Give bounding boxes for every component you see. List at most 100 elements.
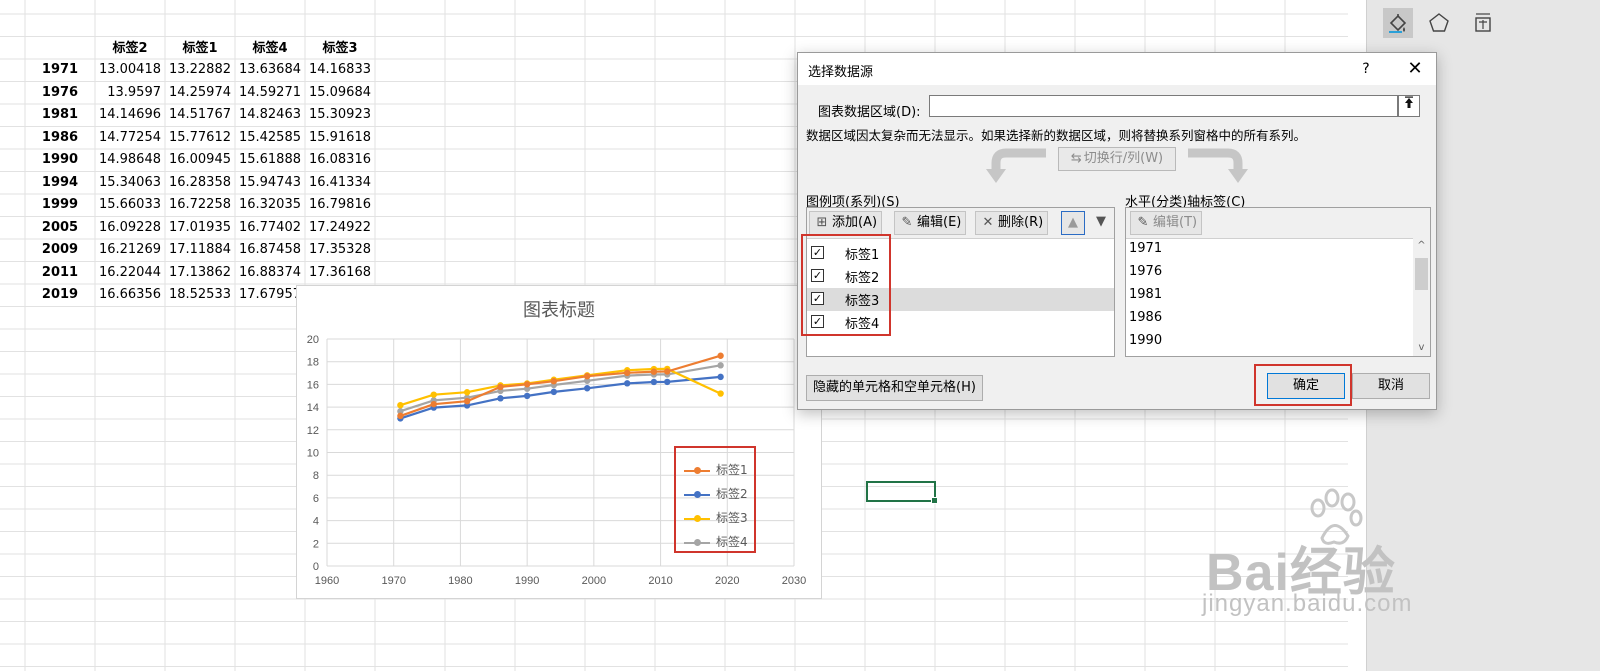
value-cell[interactable]: 15.30923 (305, 104, 371, 126)
value-cell[interactable]: 14.16833 (305, 59, 371, 81)
value-cell[interactable]: 14.98648 (95, 149, 161, 171)
axis-item[interactable]: 1976 (1129, 261, 1162, 283)
close-button[interactable]: ✕ (1400, 55, 1430, 83)
value-cell[interactable]: 16.72258 (165, 194, 231, 216)
column-header[interactable]: 标签1 (165, 38, 235, 60)
value-cell[interactable]: 14.25974 (165, 82, 231, 104)
scroll-down-icon[interactable]: v (1413, 340, 1430, 356)
cancel-button[interactable]: 取消 (1352, 373, 1430, 399)
value-cell[interactable]: 14.59271 (235, 82, 301, 104)
range-collapse-icon[interactable] (1398, 95, 1420, 117)
switch-icon: ⇆ (1070, 151, 1082, 166)
year-cell[interactable]: 1994 (25, 172, 95, 194)
edit-series-button[interactable]: ✎ 编辑(E) (894, 211, 967, 235)
legend-entry[interactable]: 标签3 (684, 510, 748, 526)
switch-row-column-button[interactable]: ⇆ 切换行/列(W) (1058, 147, 1176, 171)
year-cell[interactable]: 2019 (25, 284, 95, 306)
value-cell[interactable]: 16.21269 (95, 239, 161, 261)
value-cell[interactable]: 16.88374 (235, 262, 301, 284)
axis-item[interactable]: 1971 (1129, 238, 1162, 260)
value-cell[interactable]: 14.82463 (235, 104, 301, 126)
value-cell[interactable]: 17.13862 (165, 262, 231, 284)
delete-series-button[interactable]: ✕ 删除(R) (975, 211, 1049, 235)
value-cell[interactable]: 16.77402 (235, 217, 301, 239)
axis-item[interactable]: 1990 (1129, 330, 1162, 352)
value-cell[interactable]: 15.61888 (235, 149, 301, 171)
column-header[interactable]: 标签3 (305, 38, 375, 60)
value-cell[interactable]: 17.35328 (305, 239, 371, 261)
fill-line-icon[interactable] (1383, 8, 1413, 38)
data-point (664, 368, 671, 375)
column-header[interactable]: 标签2 (95, 38, 165, 60)
add-series-button[interactable]: ⊞ 添加(A) (809, 211, 883, 235)
edit-axis-button[interactable]: ✎ 编辑(T) (1130, 211, 1203, 235)
move-up-button[interactable]: ▲ (1061, 211, 1085, 235)
chart-range-input[interactable] (929, 95, 1398, 117)
value-cell[interactable]: 17.01935 (165, 217, 231, 239)
select-data-source-dialog[interactable]: 选择数据源 ? ✕ 图表数据区域(D): 数据区域因太复杂而无法显示。如果选择新… (797, 52, 1437, 410)
year-cell[interactable]: 1971 (25, 59, 95, 81)
value-cell[interactable]: 13.00418 (95, 59, 161, 81)
value-cell[interactable]: 14.14696 (95, 104, 161, 126)
value-cell[interactable]: 15.34063 (95, 172, 161, 194)
hidden-empty-cells-button[interactable]: 隐藏的单元格和空单元格(H) (806, 375, 983, 401)
axis-scrollbar[interactable]: ^ v (1413, 238, 1430, 356)
year-cell[interactable]: 2011 (25, 262, 95, 284)
value-cell[interactable]: 15.77612 (165, 127, 231, 149)
move-down-button[interactable]: ▼ (1089, 211, 1113, 235)
value-cell[interactable]: 14.77254 (95, 127, 161, 149)
help-button[interactable]: ? (1354, 57, 1378, 81)
y-tick-label: 14 (307, 402, 319, 414)
axis-item[interactable]: 1981 (1129, 284, 1162, 306)
value-cell[interactable]: 13.63684 (235, 59, 301, 81)
value-cell[interactable]: 13.22882 (165, 59, 231, 81)
value-cell[interactable]: 17.67957 (235, 284, 301, 306)
series-list-panel[interactable]: ⊞ 添加(A) ✎ 编辑(E) ✕ 删除(R) ▲ ▼ ✓ 标签1 ✓ 标签2 ✓ 标… (801, 207, 1115, 357)
column-header[interactable]: 标签4 (235, 38, 305, 60)
legend-entry[interactable]: 标签4 (684, 534, 748, 550)
value-cell[interactable]: 17.11884 (165, 239, 231, 261)
dialog-titlebar[interactable]: 选择数据源 ? ✕ (798, 53, 1436, 85)
year-cell[interactable]: 2005 (25, 217, 95, 239)
value-cell[interactable]: 15.91618 (305, 127, 371, 149)
value-cell[interactable]: 16.79816 (305, 194, 371, 216)
value-cell[interactable]: 14.51767 (165, 104, 231, 126)
year-cell[interactable]: 2009 (25, 239, 95, 261)
value-cell[interactable]: 17.36168 (305, 262, 371, 284)
value-cell[interactable]: 16.08316 (305, 149, 371, 171)
size-properties-icon[interactable] (1468, 8, 1498, 38)
axis-toolbar: ✎ 编辑(T) (1126, 208, 1430, 239)
scroll-thumb[interactable] (1415, 258, 1428, 290)
data-point (717, 362, 724, 369)
effects-pentagon-icon[interactable] (1424, 8, 1454, 38)
value-cell[interactable]: 16.66356 (95, 284, 161, 306)
value-cell[interactable]: 18.52533 (165, 284, 231, 306)
axis-item[interactable]: 1986 (1129, 307, 1162, 329)
selected-cell[interactable] (866, 481, 938, 504)
legend-entry[interactable]: 标签1 (684, 462, 748, 478)
value-cell[interactable]: 16.32035 (235, 194, 301, 216)
legend-entry[interactable]: 标签2 (684, 486, 748, 502)
value-cell[interactable]: 13.9597 (95, 82, 161, 104)
value-cell[interactable]: 16.28358 (165, 172, 231, 194)
value-cell[interactable]: 15.66033 (95, 194, 161, 216)
year-cell[interactable]: 1999 (25, 194, 95, 216)
value-cell[interactable]: 15.94743 (235, 172, 301, 194)
year-cell[interactable]: 1981 (25, 104, 95, 126)
value-cell[interactable]: 15.42585 (235, 127, 301, 149)
year-cell[interactable]: 1986 (25, 127, 95, 149)
value-cell[interactable]: 16.22044 (95, 262, 161, 284)
value-cell[interactable]: 16.87458 (235, 239, 301, 261)
value-cell[interactable]: 17.24922 (305, 217, 371, 239)
scroll-up-icon[interactable]: ^ (1413, 238, 1430, 254)
value-cell[interactable]: 15.09684 (305, 82, 371, 104)
value-cell[interactable]: 16.00945 (165, 149, 231, 171)
value-cell[interactable]: 16.09228 (95, 217, 161, 239)
value-cell[interactable]: 16.41334 (305, 172, 371, 194)
legend-label: 标签2 (716, 487, 748, 501)
year-cell[interactable]: 1976 (25, 82, 95, 104)
axis-labels-panel[interactable]: ✎ 编辑(T) 1971 1976 1981 1986 1990 ^ v (1125, 207, 1431, 357)
chart-title[interactable]: 图表标题 (297, 296, 821, 322)
year-cell[interactable]: 1990 (25, 149, 95, 171)
line-chart[interactable]: 0 2 4 6 8 10 12 14 16 18 20 1960 1970 1980 1990 2000 201… (296, 285, 822, 599)
